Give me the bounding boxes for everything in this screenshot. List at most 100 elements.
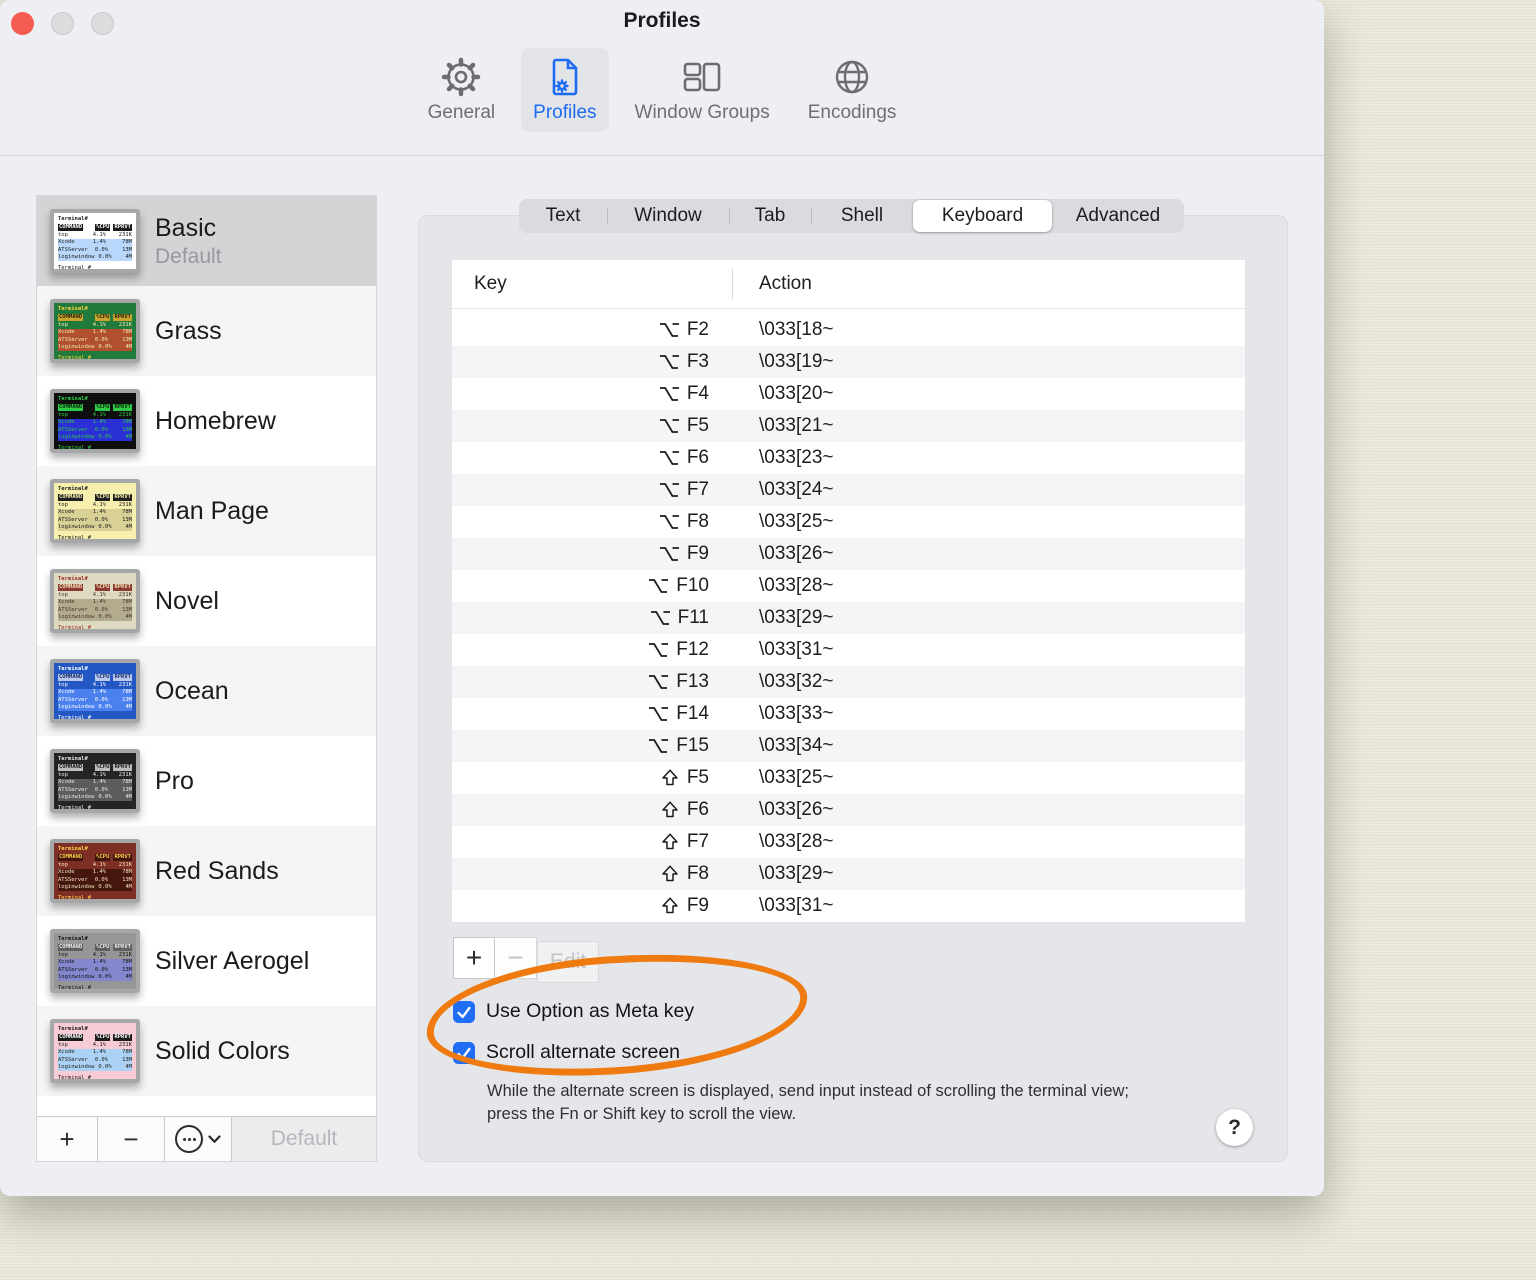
profile-list: Terminal# COMMAND %CPU RPRVT top 4.1% 231K… bbox=[37, 196, 376, 1096]
key-binding-row[interactable]: F6 \033[26~ bbox=[452, 794, 1245, 826]
remove-profile-button[interactable]: − bbox=[98, 1117, 165, 1161]
thumb-rprvt-header: RPRVT bbox=[113, 854, 132, 862]
tab[interactable]: Window bbox=[607, 200, 729, 232]
key-binding-row[interactable]: F8 \033[25~ bbox=[452, 506, 1245, 538]
thumb-process-line: loginwindow 0.0% 4M bbox=[58, 523, 132, 531]
tab[interactable]: Advanced bbox=[1052, 200, 1184, 232]
key-binding-row[interactable]: F9 \033[26~ bbox=[452, 538, 1245, 570]
thumb-process-line: loginwindow 0.0% 4M bbox=[58, 1063, 132, 1071]
profile-list-item[interactable]: Terminal# COMMAND %CPU RPRVT top 4.1% 231K… bbox=[37, 1006, 376, 1096]
key-binding-row[interactable]: F12 \033[31~ bbox=[452, 634, 1245, 666]
key-binding-row[interactable]: F10 \033[28~ bbox=[452, 570, 1245, 602]
option-key-icon bbox=[658, 480, 680, 500]
profile-list-item[interactable]: Terminal# COMMAND %CPU RPRVT top 4.1% 231K… bbox=[37, 286, 376, 376]
key-column-header[interactable]: Key bbox=[452, 273, 507, 295]
profile-actions-menu-button[interactable] bbox=[165, 1117, 232, 1161]
action-value: \033[29~ bbox=[759, 607, 834, 628]
set-default-button[interactable]: Default bbox=[232, 1117, 376, 1161]
profile-list-item[interactable]: Terminal# COMMAND %CPU RPRVT top 4.1% 231K… bbox=[37, 466, 376, 556]
table-header: Key Action bbox=[452, 260, 1245, 309]
key-binding-row[interactable]: F5 \033[21~ bbox=[452, 410, 1245, 442]
thumb-terminal-title: Terminal# bbox=[58, 306, 88, 312]
key-binding-row[interactable]: F14 \033[33~ bbox=[452, 698, 1245, 730]
remove-key-binding-button[interactable]: − bbox=[495, 937, 537, 979]
thumb-process-line: ATSServer 0.0% 13M bbox=[58, 876, 132, 884]
profile-thumbnail: Terminal# COMMAND %CPU RPRVT top 4.1% 231K… bbox=[50, 569, 140, 633]
tab[interactable]: Shell bbox=[811, 200, 913, 232]
ellipsis-circle-icon bbox=[175, 1125, 203, 1153]
key-binding-row[interactable]: F13 \033[32~ bbox=[452, 666, 1245, 698]
thumb-command-header: COMMAND bbox=[58, 764, 84, 772]
thumb-cpu-header: %CPU bbox=[95, 584, 111, 592]
profile-name: Ocean bbox=[155, 676, 229, 705]
key-binding-row[interactable]: F8 \033[29~ bbox=[452, 858, 1245, 890]
thumb-process-line: top 4.1% 231K bbox=[58, 502, 132, 509]
profile-list-item[interactable]: Terminal# COMMAND %CPU RPRVT top 4.1% 231K… bbox=[37, 646, 376, 736]
profile-thumbnail: Terminal# COMMAND %CPU RPRVT top 4.1% 231K… bbox=[50, 1019, 140, 1083]
table-body: F2 \033[18~ F3 \033[19~ F4 \033[20~ F5 \… bbox=[452, 309, 1245, 922]
profile-list-item[interactable]: Terminal# COMMAND %CPU RPRVT top 4.1% 231K… bbox=[37, 556, 376, 646]
action-column-header[interactable]: Action bbox=[759, 273, 812, 295]
tab[interactable]: Keyboard bbox=[913, 200, 1052, 232]
toolbar-item-encodings[interactable]: Encodings bbox=[796, 48, 909, 132]
help-button[interactable]: ? bbox=[1216, 1109, 1253, 1146]
key-label: F3 bbox=[686, 351, 709, 372]
use-option-as-meta-checkbox[interactable] bbox=[453, 1000, 475, 1023]
key-label: F13 bbox=[676, 671, 709, 692]
use-option-as-meta-checkbox-row: Use Option as Meta key bbox=[453, 1000, 694, 1023]
key-cell: F6 bbox=[452, 447, 732, 469]
key-binding-row[interactable]: F6 \033[23~ bbox=[452, 442, 1245, 474]
key-binding-row[interactable]: F3 \033[19~ bbox=[452, 346, 1245, 378]
key-binding-row[interactable]: F7 \033[24~ bbox=[452, 474, 1245, 506]
thumb-process-line: ATSServer 0.0% 13M bbox=[58, 966, 132, 974]
key-binding-row[interactable]: F15 \033[34~ bbox=[452, 730, 1245, 762]
profile-meta: Silver Aerogel bbox=[155, 947, 309, 976]
profile-thumbnail: Terminal# COMMAND %CPU RPRVT top 4.1% 231K… bbox=[50, 659, 140, 723]
option-key-icon bbox=[658, 448, 680, 468]
key-cell: F11 bbox=[452, 607, 732, 629]
thumb-rprvt-header: RPRVT bbox=[113, 944, 132, 952]
thumb-command-header: COMMAND bbox=[58, 314, 84, 322]
key-binding-row[interactable]: F9 \033[31~ bbox=[452, 890, 1245, 922]
edit-key-binding-button[interactable]: Edit bbox=[537, 941, 599, 983]
thumb-terminal-title: Terminal# bbox=[58, 666, 88, 672]
thumb-rprvt-header: RPRVT bbox=[113, 224, 132, 232]
toolbar-item-window-groups[interactable]: Window Groups bbox=[623, 48, 782, 132]
thumb-terminal-title: Terminal# bbox=[58, 846, 88, 852]
key-cell: F12 bbox=[452, 639, 732, 661]
profile-list-item[interactable]: Terminal# COMMAND %CPU RPRVT top 4.1% 231K… bbox=[37, 736, 376, 826]
key-binding-row[interactable]: F7 \033[28~ bbox=[452, 826, 1245, 858]
scroll-alternate-screen-checkbox[interactable] bbox=[453, 1041, 475, 1064]
thumb-terminal-title: Terminal# bbox=[58, 936, 88, 942]
thumb-prompt: Terminal # bbox=[58, 264, 92, 269]
key-binding-row[interactable]: F11 \033[29~ bbox=[452, 602, 1245, 634]
profiles-document-icon bbox=[543, 55, 587, 99]
profile-thumbnail-screen: Terminal# COMMAND %CPU RPRVT top 4.1% 231K… bbox=[54, 933, 136, 989]
tab[interactable]: Text bbox=[519, 200, 607, 232]
toolbar-item-general[interactable]: General bbox=[416, 48, 508, 132]
tab[interactable]: Tab bbox=[729, 200, 811, 232]
profile-list-item[interactable]: Terminal# COMMAND %CPU RPRVT top 4.1% 231K… bbox=[37, 196, 376, 286]
action-value: \033[26~ bbox=[759, 799, 834, 820]
key-cell: F6 bbox=[452, 799, 732, 821]
key-binding-row[interactable]: F2 \033[18~ bbox=[452, 314, 1245, 346]
toolbar-item-profiles[interactable]: Profiles bbox=[521, 48, 609, 132]
option-key-icon bbox=[658, 512, 680, 532]
thumb-process-line: Xcode 1.4% 78M bbox=[58, 509, 132, 517]
profile-list-item[interactable]: Terminal# COMMAND %CPU RPRVT top 4.1% 231K… bbox=[37, 826, 376, 916]
add-key-binding-button[interactable]: + bbox=[453, 937, 495, 979]
key-binding-row[interactable]: F5 \033[25~ bbox=[452, 762, 1245, 794]
action-value: \033[26~ bbox=[759, 543, 834, 564]
tab-label: Window bbox=[634, 205, 702, 226]
thumb-rprvt-header: RPRVT bbox=[113, 674, 132, 682]
action-value: \033[18~ bbox=[759, 319, 834, 340]
thumb-header-row: COMMAND %CPU RPRVT bbox=[58, 854, 132, 862]
add-profile-button[interactable]: + bbox=[37, 1117, 98, 1161]
profile-meta: Homebrew bbox=[155, 407, 276, 436]
thumb-terminal-title: Terminal# bbox=[58, 756, 88, 762]
profile-list-item[interactable]: Terminal# COMMAND %CPU RPRVT top 4.1% 231K… bbox=[37, 916, 376, 1006]
profile-list-item[interactable]: Terminal# COMMAND %CPU RPRVT top 4.1% 231K… bbox=[37, 376, 376, 466]
key-binding-row[interactable]: F4 \033[20~ bbox=[452, 378, 1245, 410]
shift-key-icon bbox=[660, 800, 680, 820]
thumb-process-line: ATSServer 0.0% 13M bbox=[58, 426, 132, 434]
